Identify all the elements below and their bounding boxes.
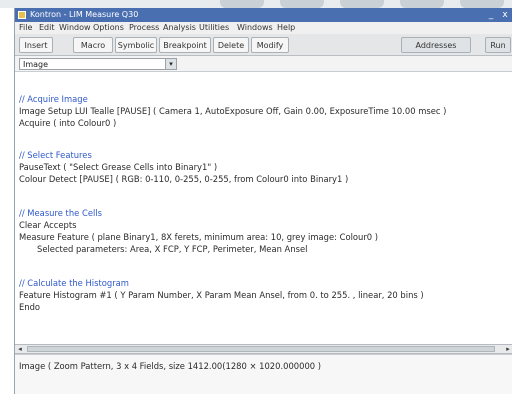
chevron-down-icon[interactable]: ▾ [165, 59, 176, 69]
insert-button[interactable]: Insert [19, 37, 53, 53]
menu-bar: File Edit Window Options Process Analysi… [15, 22, 512, 34]
code-comment-line: // Measure the Cells [19, 208, 102, 218]
macro-editor[interactable]: // Acquire Image Image Setup LUI Tealle … [15, 72, 512, 344]
code-line: PauseText ( "Select Grease Cells into Bi… [19, 162, 218, 172]
code-comment-line: // Select Features [19, 150, 92, 160]
selector-row: Image ▾ [15, 56, 512, 72]
macro-button[interactable]: Macro [73, 37, 113, 53]
run-button[interactable]: Run [485, 37, 511, 53]
background-shape [400, 0, 444, 8]
code-line: Colour Detect [PAUSE] ( RGB: 0-110, 0-25… [19, 174, 349, 184]
app-window: Kontron - LIM Measure Q30 _ x File Edit … [14, 8, 512, 394]
code-line: Feature Histogram #1 ( Y Param Number, X… [19, 290, 424, 300]
code-line: Endo [19, 302, 41, 312]
app-icon [18, 11, 26, 19]
menu-item-analysis[interactable]: Analysis [163, 23, 196, 32]
menu-item-utilities[interactable]: Utilities [199, 23, 229, 32]
menu-item-windows[interactable]: Windows [237, 23, 273, 32]
background-shape [220, 0, 264, 8]
breakpoint-button[interactable]: Breakpoint [159, 37, 211, 53]
menu-item-edit[interactable]: Edit [39, 23, 55, 32]
toolbar: Insert Macro Symbolic Breakpoint Delete … [15, 34, 512, 56]
code-comment-line: // Acquire Image [19, 94, 88, 104]
background-shape [460, 0, 504, 8]
symbolic-button[interactable]: Symbolic [115, 37, 157, 53]
scroll-left-icon[interactable]: ◂ [15, 345, 25, 353]
procedure-select[interactable]: Image ▾ [19, 58, 177, 70]
code-line: Image Setup LUI Tealle [PAUSE] ( Camera … [19, 106, 447, 116]
code-comment-line: // Calculate the Histogram [19, 278, 129, 288]
delete-button[interactable]: Delete [213, 37, 249, 53]
menu-item-window[interactable]: Window [59, 23, 91, 32]
procedure-select-value: Image [23, 60, 49, 69]
title-bar: Kontron - LIM Measure Q30 _ x [15, 8, 512, 22]
menu-item-process[interactable]: Process [129, 23, 159, 32]
minimize-icon[interactable]: _ [485, 9, 497, 21]
menu-item-file[interactable]: File [19, 23, 32, 32]
scrollbar-thumb[interactable] [27, 346, 495, 352]
code-line: Clear Accepts [19, 220, 77, 230]
menu-item-help[interactable]: Help [277, 23, 295, 32]
output-panel: Image ( Zoom Pattern, 3 x 4 Fields, size… [15, 354, 512, 394]
scroll-right-icon[interactable]: ▸ [503, 345, 512, 353]
horizontal-scrollbar[interactable]: ◂ ▸ [15, 344, 512, 354]
output-line: Image ( Zoom Pattern, 3 x 4 Fields, size… [19, 361, 322, 371]
background-strip [0, 0, 512, 8]
close-icon[interactable]: x [499, 9, 511, 21]
window-title: Kontron - LIM Measure Q30 [30, 10, 139, 19]
modify-button[interactable]: Modify [251, 37, 289, 53]
menu-item-options[interactable]: Options [93, 23, 124, 32]
background-shape [280, 0, 324, 8]
code-line: Acquire ( into Colour0 ) [19, 118, 117, 128]
background-shape [340, 0, 384, 8]
code-line: Measure Feature ( plane Binary1, 8X fere… [19, 232, 379, 242]
code-line: Selected parameters: Area, X FCP, Y FCP,… [37, 244, 308, 254]
addresses-button[interactable]: Addresses [401, 37, 471, 53]
